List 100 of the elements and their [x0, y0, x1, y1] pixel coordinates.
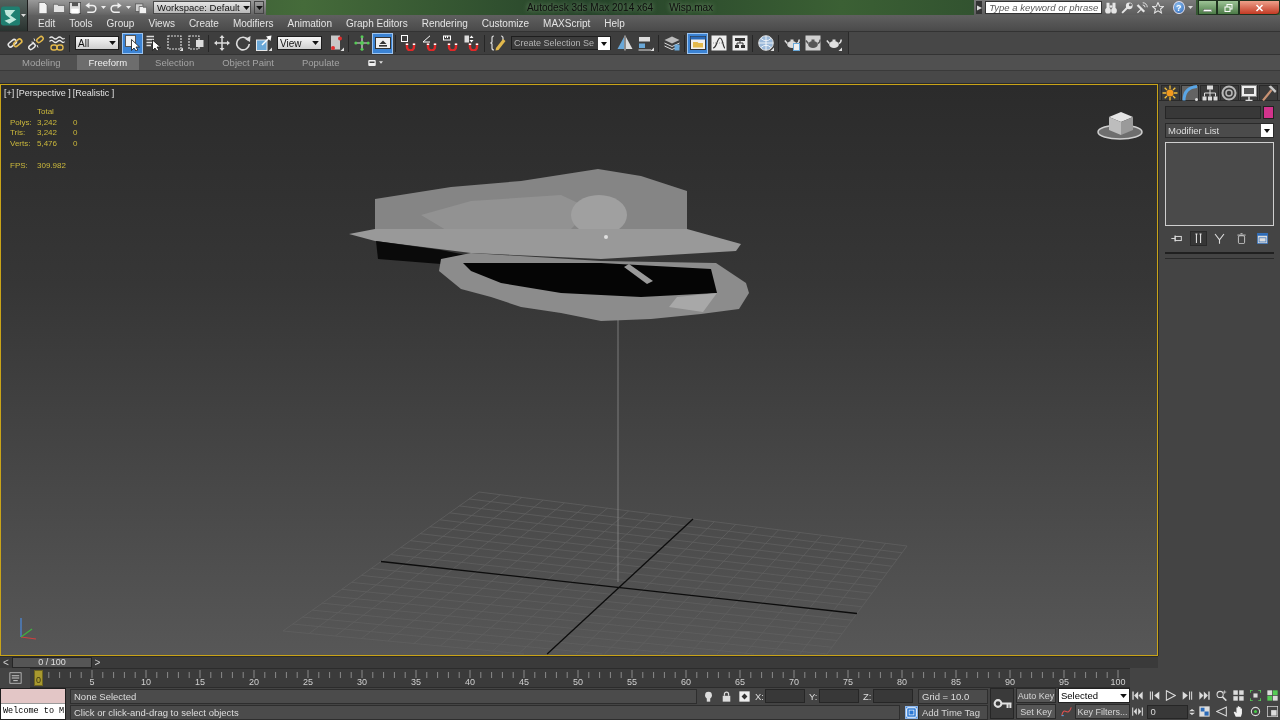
menu-item[interactable]: Views	[141, 15, 182, 31]
caret-icon	[126, 6, 131, 9]
ribbon-tab[interactable]: Freeform	[76, 55, 140, 70]
modifier-stack-list[interactable]	[1165, 142, 1274, 226]
key-mode-dropdown[interactable]: Selected	[1058, 688, 1130, 703]
time-slider-thumb[interactable]: 0 / 100	[12, 657, 92, 668]
time-tag-button[interactable]	[905, 705, 918, 719]
time-configuration-button[interactable]	[1196, 704, 1212, 719]
save-button[interactable]	[68, 0, 82, 15]
coordinate-field[interactable]	[873, 689, 913, 703]
curve-graph-icon	[710, 35, 727, 51]
minimize-button[interactable]	[1198, 0, 1217, 15]
modify-tab[interactable]	[1180, 85, 1200, 100]
set-keys-button[interactable]	[990, 688, 1014, 719]
menu-item[interactable]: Modifiers	[225, 15, 281, 31]
previous-frame-button[interactable]: <	[0, 656, 12, 668]
explorer-button[interactable]	[687, 32, 708, 54]
display-tab[interactable]	[1239, 85, 1259, 100]
restore-button[interactable]	[1217, 0, 1239, 15]
viewport-menu-label[interactable]: [+]	[4, 88, 15, 98]
hierarchy-tab[interactable]	[1200, 85, 1219, 100]
next-frame-button[interactable]: >	[92, 657, 103, 668]
go-to-end-button[interactable]	[1196, 688, 1212, 703]
utilities-tab[interactable]	[1259, 85, 1279, 100]
go-to-start-button[interactable]	[1130, 688, 1146, 703]
coordinate-field[interactable]	[819, 689, 859, 703]
workspace-menu-button[interactable]	[254, 1, 264, 14]
configure-sets-button[interactable]	[1254, 231, 1271, 246]
perspective-viewport[interactable]: [+] [Perspective ] [Realistic ] Total Polys: 3,242 0 Tris: 3,242 0 Verts: 5,476 0 FPS: 309.982	[0, 84, 1158, 656]
project-folder-button[interactable]	[134, 0, 148, 15]
ribbon-tab[interactable]: Selection	[143, 55, 207, 70]
undo-button[interactable]	[84, 0, 98, 15]
color-swatch-icon[interactable]	[1263, 106, 1274, 119]
current-frame-marker[interactable]: 0	[34, 670, 43, 686]
close-button[interactable]	[1239, 0, 1280, 15]
caret-icon	[101, 6, 106, 9]
selection-lock-button[interactable]	[720, 689, 733, 703]
ribbon-tab[interactable]: Populate	[289, 55, 352, 70]
ribbon-tab[interactable]: Modeling	[10, 55, 73, 70]
3d-model[interactable]	[349, 169, 749, 321]
zoom-extents-button[interactable]	[1247, 688, 1264, 703]
isolate-button[interactable]	[702, 689, 715, 703]
key-filters-button[interactable]: Key Filters...	[1075, 704, 1130, 719]
zoom-extents-all-button[interactable]	[1264, 688, 1280, 703]
show-end-result-button[interactable]	[1189, 231, 1207, 246]
viewport-menu-label[interactable]: [Perspective ]	[16, 88, 71, 98]
object-name-field[interactable]	[1165, 106, 1261, 119]
expand-search-button[interactable]	[976, 1, 983, 14]
workspace-dropdown[interactable]: Workspace: Default	[153, 1, 251, 14]
maxscript-output-field[interactable]: Welcome to M	[1, 704, 65, 719]
create-tab[interactable]	[1161, 85, 1180, 100]
application-button[interactable]	[0, 0, 28, 31]
modifier-list-dropdown[interactable]: Modifier List	[1165, 123, 1274, 138]
menu-item[interactable]: MAXScript	[536, 15, 598, 31]
menu-item[interactable]: Rendering	[414, 15, 475, 31]
shortcut-override-button[interactable]	[372, 32, 393, 54]
toolbar-dropdown[interactable]: Create Selection Se	[511, 36, 611, 50]
named-selection-button[interactable]	[487, 32, 508, 54]
redo-button[interactable]	[109, 0, 123, 15]
zoom-all-button[interactable]	[1230, 688, 1247, 703]
maximize-icon	[1266, 706, 1278, 717]
manipulate-button[interactable]	[351, 32, 372, 54]
menu-item[interactable]: Customize	[474, 15, 537, 31]
field-of-view-button[interactable]	[1214, 704, 1230, 719]
view-cube-icon[interactable]	[1097, 112, 1143, 140]
subscription-button[interactable]	[1120, 0, 1134, 15]
search-button[interactable]	[1105, 0, 1118, 15]
menu-item[interactable]: Animation	[280, 15, 339, 31]
search-field[interactable]: Type a keyword or phrase	[985, 1, 1103, 14]
toolbar-dropdown[interactable]: View	[277, 36, 322, 50]
transform-mode-button[interactable]	[738, 689, 751, 703]
time-slider-track[interactable]: 0 / 100 >	[12, 656, 1158, 668]
bulb-icon	[703, 690, 714, 702]
set-key-button[interactable]: Set Key	[1016, 704, 1056, 719]
current-frame-field[interactable]: 0	[1146, 704, 1188, 719]
key-mode-button[interactable]	[1130, 704, 1146, 719]
menu-item[interactable]: Edit	[31, 15, 63, 31]
new-file-button[interactable]	[36, 0, 50, 15]
motion-tab[interactable]	[1220, 85, 1239, 100]
frame-number: 25	[303, 677, 313, 687]
menu-item[interactable]: Tools	[62, 15, 100, 31]
viewport-menu-label[interactable]: [Realistic ]	[72, 88, 115, 98]
ribbon-tab[interactable]: Object Paint	[210, 55, 286, 70]
material-editor-button[interactable]	[755, 32, 776, 54]
menu-item[interactable]: Create	[181, 15, 226, 31]
region-button[interactable]	[164, 32, 185, 54]
maxscript-input-field[interactable]	[1, 689, 65, 704]
favorites-button[interactable]	[1151, 0, 1164, 15]
menu-item[interactable]: Help	[597, 15, 632, 31]
coordinate-field[interactable]	[765, 689, 805, 703]
add-time-tag-button[interactable]: Add Time Tag	[918, 704, 988, 720]
play-button[interactable]	[1163, 688, 1179, 703]
communication-button[interactable]	[1136, 0, 1149, 15]
select-object-button[interactable]	[122, 32, 143, 54]
menu-item[interactable]: Graph Editors	[338, 15, 415, 31]
menu-item[interactable]: Group	[99, 15, 142, 31]
auto-key-button[interactable]: Auto Key	[1016, 688, 1056, 703]
magnet-icon	[400, 35, 417, 51]
maximize-viewport-button[interactable]	[1264, 704, 1280, 719]
toolbar-dropdown[interactable]: All	[75, 36, 119, 50]
